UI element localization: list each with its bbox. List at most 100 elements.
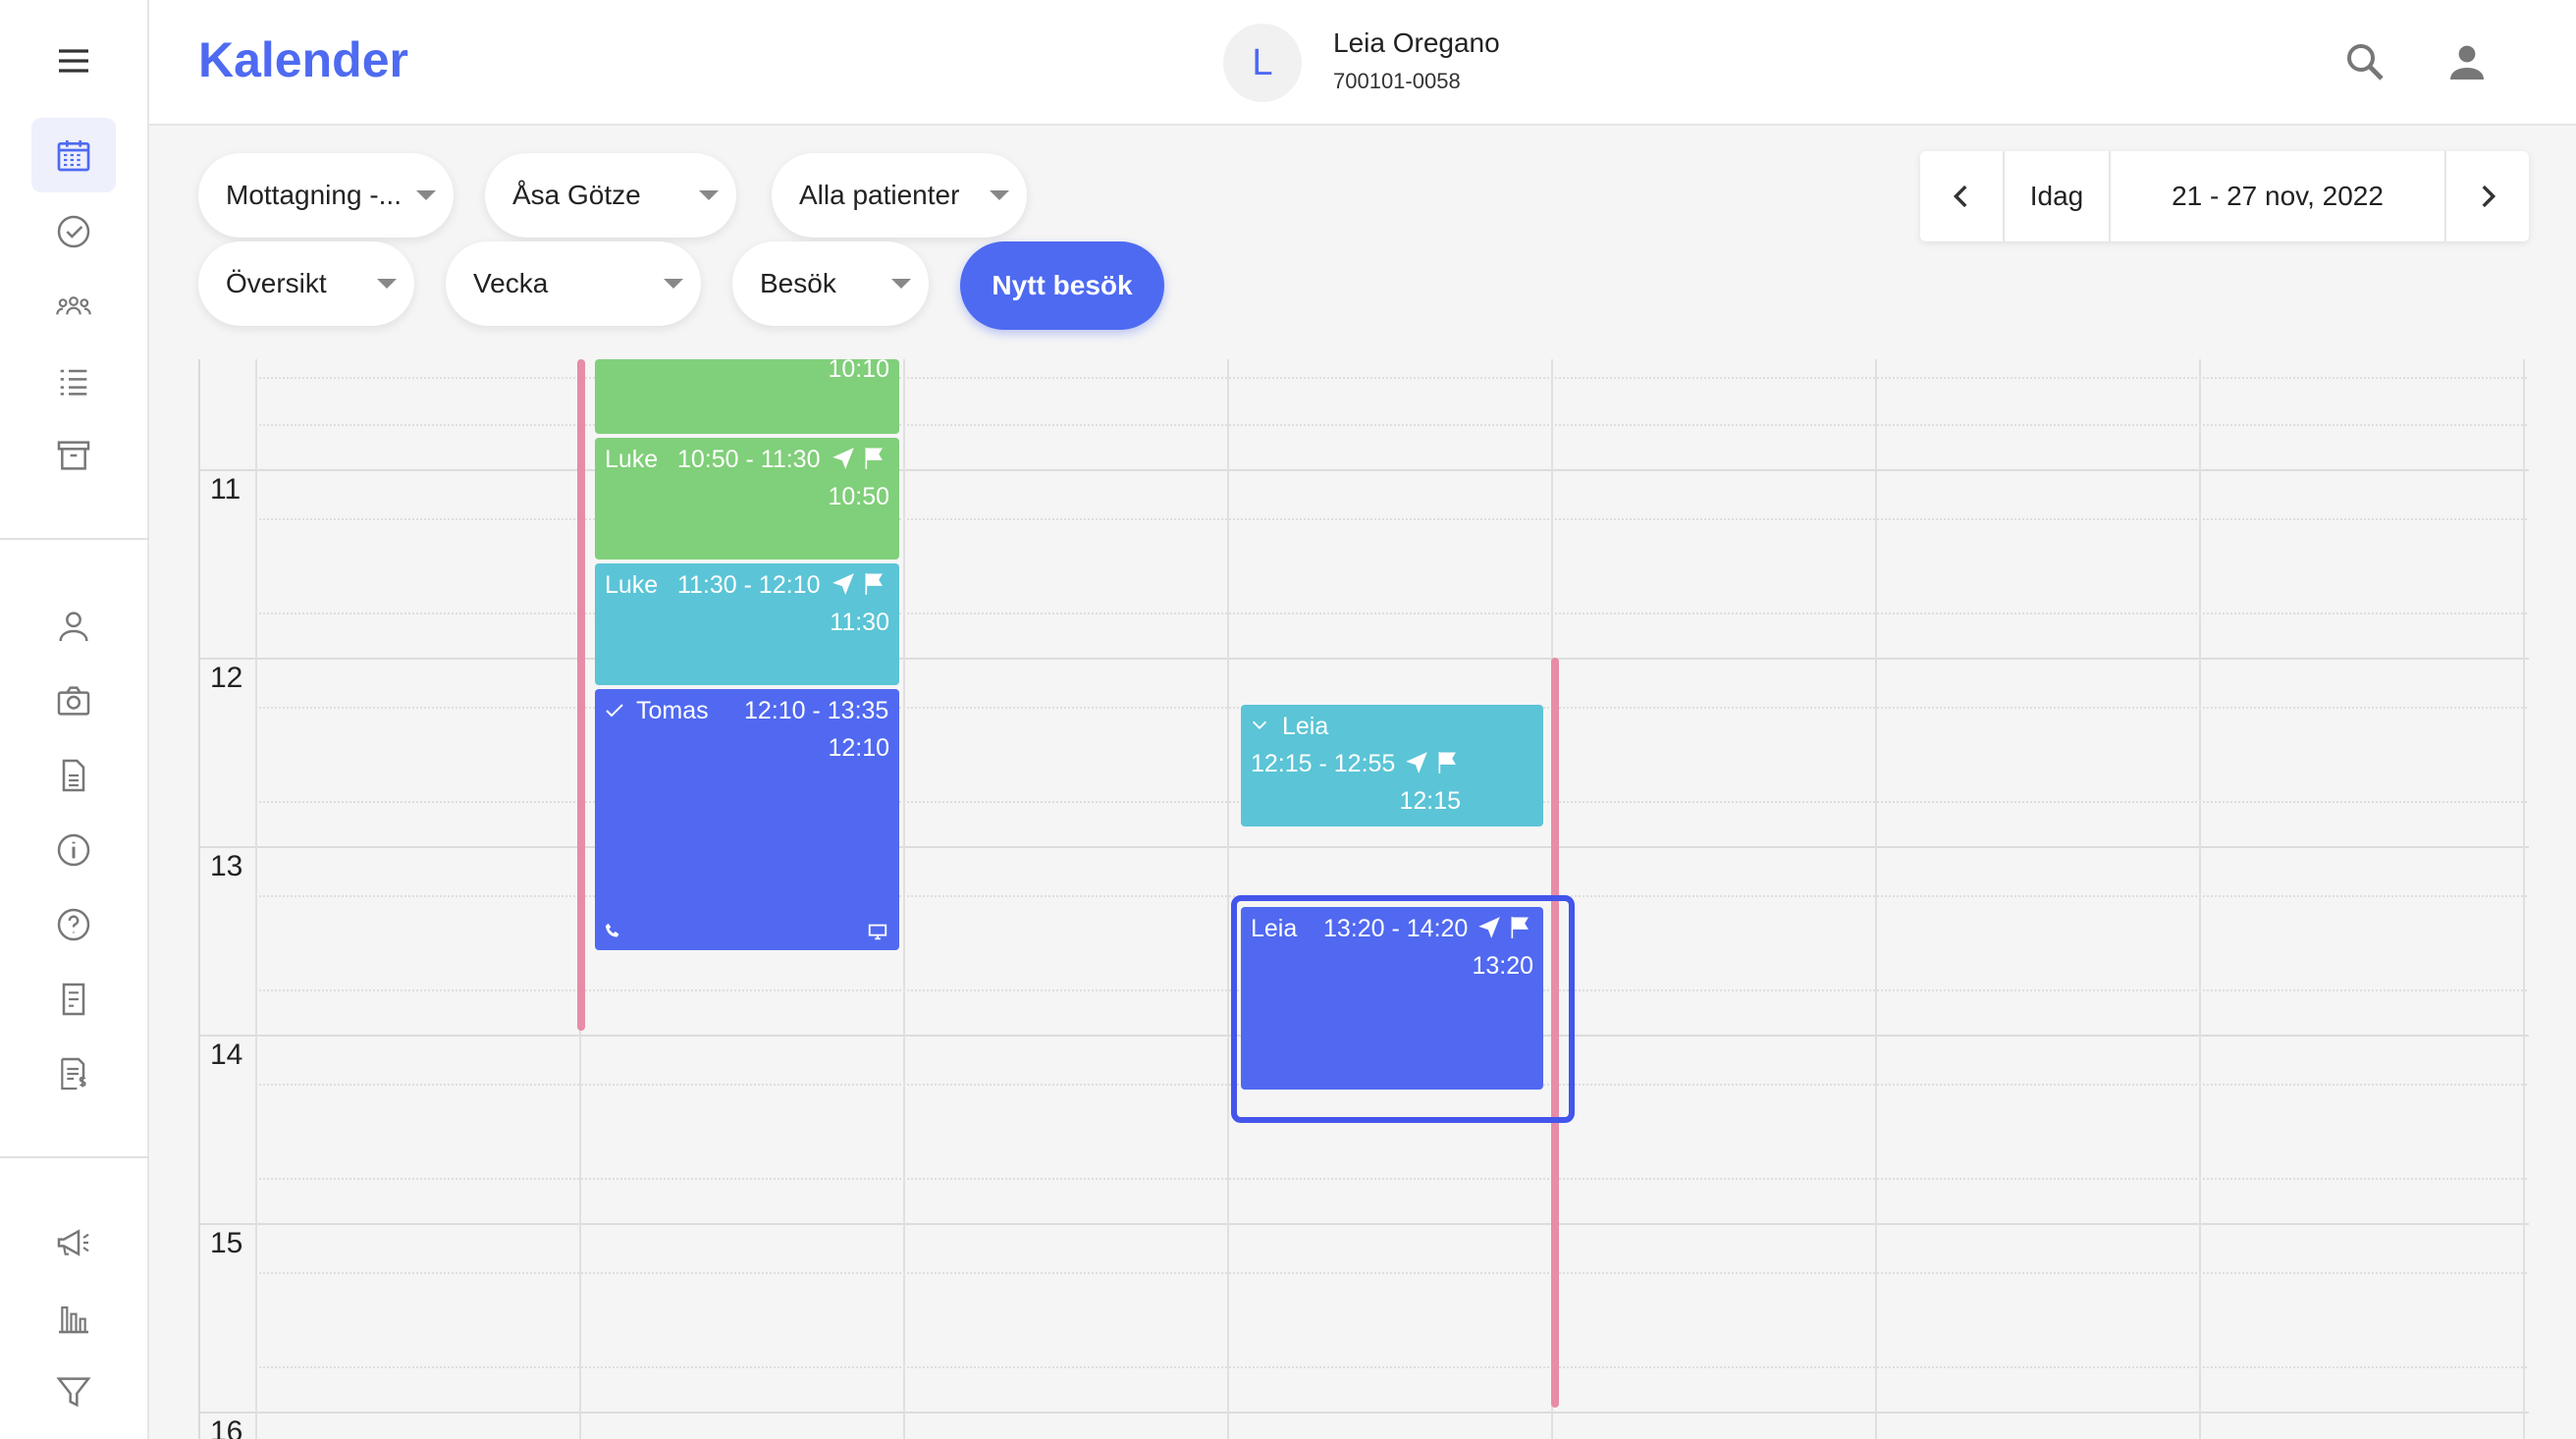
- chevron-down-icon: [416, 190, 436, 200]
- search-button[interactable]: [2334, 31, 2395, 92]
- date-range-label[interactable]: 21 - 27 nov, 2022: [2111, 151, 2444, 241]
- chevron-down-icon: [699, 190, 719, 200]
- patient-name[interactable]: Leia Oregano: [1333, 27, 1500, 59]
- period-value: Vecka: [473, 268, 549, 298]
- hour-line: [200, 1412, 2529, 1413]
- hour-line: [200, 469, 2529, 471]
- phone-icon: [605, 923, 619, 937]
- document-icon: [62, 759, 85, 792]
- top-bar: Kalender L Leia Oregano 700101-0058: [149, 0, 2576, 126]
- chevron-down-icon: [990, 190, 1009, 200]
- menu-icon[interactable]: [31, 24, 116, 98]
- patient-id: 700101-0058: [1333, 69, 1461, 93]
- grid-line: [255, 1178, 2529, 1180]
- flag-icon: [865, 573, 883, 595]
- nav-groups[interactable]: [31, 269, 116, 344]
- calendar-icon: [57, 140, 90, 172]
- flag-icon: [865, 448, 883, 469]
- search-icon: [2347, 44, 2384, 80]
- new-visit-button[interactable]: Nytt besök: [960, 241, 1164, 330]
- hour-label: 11: [210, 473, 242, 506]
- person-icon: [59, 612, 88, 642]
- appointment-block[interactable]: Leia 12:15 - 12:55 12:15: [1241, 705, 1543, 826]
- nav-filter[interactable]: [31, 1355, 116, 1429]
- account-icon: [2450, 45, 2484, 80]
- view-value: Översikt: [226, 268, 327, 298]
- now-indicator: [577, 359, 585, 1031]
- appointment-block[interactable]: Leia 13:20 - 14:20 13:20: [1241, 907, 1543, 1090]
- grid-line: [255, 1272, 2529, 1274]
- appointment-block[interactable]: Tomas 12:10 - 13:35 12:10: [595, 689, 899, 950]
- appointment-start: 13:20: [1472, 952, 1533, 980]
- hour-label: 12: [210, 662, 243, 694]
- type-value: Besök: [760, 268, 836, 298]
- next-week-button[interactable]: [2446, 151, 2529, 241]
- appointment-block[interactable]: 10:10: [595, 359, 899, 434]
- grid-line: [255, 1366, 2529, 1368]
- appointment-start: 12:15: [1399, 787, 1461, 815]
- nav-person[interactable]: [31, 589, 116, 664]
- appointment-patient: Leia: [1282, 713, 1329, 740]
- chevron-down-icon: [664, 279, 683, 289]
- hour-line: [200, 1223, 2529, 1225]
- reception-value: Mottagning -...: [226, 180, 402, 210]
- send-icon: [832, 448, 854, 469]
- nav-list[interactable]: [31, 344, 116, 418]
- monitor-icon: [868, 924, 887, 940]
- appointment-start: 12:10: [828, 734, 889, 762]
- reception-select[interactable]: Mottagning -...: [198, 153, 454, 238]
- chevron-down-icon: [1252, 720, 1267, 730]
- nav-invoice[interactable]: [31, 1037, 116, 1111]
- appointment-time: 11:30 - 12:10: [677, 571, 821, 599]
- form-icon: [62, 983, 85, 1016]
- nav-calendar[interactable]: [31, 118, 116, 192]
- send-icon: [1406, 752, 1427, 773]
- list-icon: [60, 369, 87, 396]
- appointment-status-icons: [1404, 750, 1461, 775]
- nav-archive[interactable]: [31, 418, 116, 493]
- period-select[interactable]: Vecka: [446, 241, 701, 326]
- account-button[interactable]: [2437, 31, 2497, 92]
- sidebar-divider: [0, 538, 149, 540]
- sidebar-divider: [0, 1156, 149, 1158]
- today-button[interactable]: Idag: [2005, 151, 2109, 241]
- column-line: [1875, 359, 1877, 1439]
- hour-label: 14: [210, 1039, 243, 1071]
- week-calendar[interactable]: 11 12 13 14 15 16 10:10 Luke 10:50 - 11:…: [198, 359, 2529, 1439]
- patient-avatar[interactable]: L: [1223, 24, 1302, 102]
- column-line: [2523, 359, 2525, 1439]
- appointment-patient: Luke: [605, 571, 659, 599]
- previous-week-button[interactable]: [1920, 151, 2003, 241]
- page-title: Kalender: [198, 32, 408, 87]
- hour-line: [200, 658, 2529, 660]
- view-select[interactable]: Översikt: [198, 241, 414, 326]
- appointment-block[interactable]: Luke 11:30 - 12:10 11:30: [595, 563, 899, 685]
- nav-document[interactable]: [31, 738, 116, 813]
- nav-statistics[interactable]: [31, 1280, 116, 1355]
- type-select[interactable]: Besök: [732, 241, 929, 326]
- date-navigator: Idag 21 - 27 nov, 2022: [1920, 151, 2529, 241]
- appointment-block[interactable]: Luke 10:50 - 11:30 10:50: [595, 438, 899, 560]
- sidebar: [0, 0, 149, 1439]
- nav-tasks[interactable]: [31, 194, 116, 269]
- appointment-status-icons: [1476, 915, 1533, 940]
- appointment-start: 11:30: [830, 609, 889, 636]
- nav-info[interactable]: [31, 813, 116, 887]
- flag-icon: [1438, 752, 1456, 773]
- appointment-patient: Leia: [1251, 915, 1298, 942]
- nav-camera[interactable]: [31, 664, 116, 738]
- nav-announcements[interactable]: [31, 1205, 116, 1280]
- column-line: [2199, 359, 2201, 1439]
- info-icon: [57, 833, 90, 867]
- chevron-down-icon: [891, 279, 911, 289]
- group-icon: [56, 296, 91, 315]
- practitioner-select[interactable]: Åsa Götze: [485, 153, 736, 238]
- megaphone-icon: [57, 1229, 89, 1256]
- hour-label: 15: [210, 1227, 243, 1259]
- patients-select[interactable]: Alla patienter: [772, 153, 1027, 238]
- invoice-icon: [61, 1057, 86, 1091]
- appointment-patient: Tomas: [636, 697, 709, 724]
- nav-form[interactable]: [31, 962, 116, 1037]
- appointment-status-icons: [831, 571, 887, 597]
- nav-help[interactable]: [31, 887, 116, 962]
